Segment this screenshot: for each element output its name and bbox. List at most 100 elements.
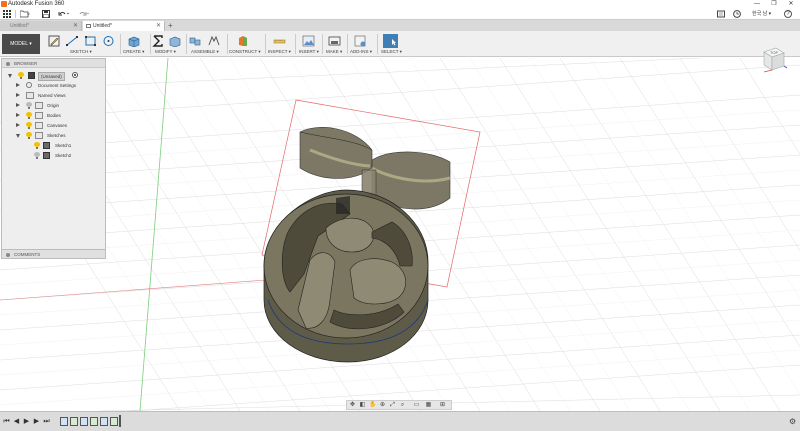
timeline-last-icon[interactable]: ⏭	[42, 417, 51, 426]
select-arrow-icon[interactable]	[383, 34, 398, 48]
timeline-next-icon[interactable]: ▶	[32, 417, 41, 426]
toolbar-label-assemble[interactable]: ASSEMBLE ▾	[191, 49, 219, 55]
display-settings-icon[interactable]: ▭	[413, 402, 420, 409]
redo-icon[interactable]	[78, 10, 90, 18]
construction-plane-icon[interactable]	[237, 35, 250, 47]
joint-icon[interactable]	[207, 35, 220, 47]
visibility-bulb-icon[interactable]	[26, 112, 32, 119]
browser-item-sketch1[interactable]: Sketch1	[32, 141, 106, 150]
base-disc-body[interactable]	[263, 189, 429, 363]
visibility-bulb-icon[interactable]	[26, 102, 32, 109]
close-icon[interactable]: ✕	[73, 21, 78, 31]
zoom-icon[interactable]: ⊕	[379, 402, 386, 409]
zoom-window-icon[interactable]: ⌕	[399, 402, 406, 409]
look-at-icon[interactable]: ◧	[359, 402, 366, 409]
save-icon[interactable]	[42, 10, 50, 18]
expand-caret-icon[interactable]	[16, 103, 20, 107]
scripts-addins-icon[interactable]	[354, 35, 367, 47]
browser-item-origin[interactable]: Origin	[16, 101, 106, 110]
file-menu-icon[interactable]	[19, 10, 30, 18]
sigma-parameters-icon[interactable]	[152, 35, 165, 47]
browser-item-sketch2[interactable]: Sketch2	[32, 151, 106, 160]
timeline-feature-extrude[interactable]	[110, 417, 118, 426]
sketch-pencil-icon[interactable]	[48, 35, 61, 47]
visibility-bulb-icon[interactable]	[34, 142, 40, 149]
timeline-feature-extrude[interactable]	[70, 417, 78, 426]
user-account-menu[interactable]: 한국 남 ▾	[752, 10, 771, 18]
orbit-icon[interactable]: ✥	[349, 402, 356, 409]
help-icon[interactable]: ?	[784, 10, 792, 18]
toolbar-label-construct[interactable]: CONSTRUCT ▾	[229, 49, 261, 55]
timeline-feature-extrude[interactable]	[90, 417, 98, 426]
minimize-button[interactable]: —	[750, 0, 764, 8]
toolbar-label-inspect[interactable]: INSPECT ▾	[268, 49, 291, 55]
toolbar-label-create[interactable]: CREATE ▾	[123, 49, 144, 55]
activate-radio-icon[interactable]	[72, 72, 78, 78]
new-component-icon[interactable]	[189, 35, 202, 47]
grid-settings-icon[interactable]: ▦	[425, 402, 432, 409]
viewports-icon[interactable]: ⊞	[439, 402, 446, 409]
visibility-bulb-icon[interactable]	[34, 152, 40, 159]
browser-root-node[interactable]: (Unsaved)	[8, 71, 106, 81]
close-icon[interactable]: ✕	[156, 21, 161, 31]
expand-caret-icon[interactable]	[16, 83, 20, 87]
timeline-feature-sketch[interactable]	[100, 417, 108, 426]
canvas-viewport[interactable]	[0, 58, 800, 411]
collapse-dot-icon[interactable]	[6, 62, 10, 66]
toolbar-group-construct: CONSTRUCT ▾	[229, 33, 263, 55]
undo-icon[interactable]	[58, 10, 70, 18]
browser-item-document-settings[interactable]: Document Settings	[16, 81, 106, 90]
browser-item-bodies[interactable]: Bodies	[16, 111, 106, 120]
expand-caret-icon[interactable]	[8, 74, 12, 78]
insert-image-icon[interactable]	[302, 35, 315, 47]
viewcube[interactable]: TOP	[758, 44, 788, 74]
browser-header[interactable]: BROWSER	[2, 59, 105, 68]
press-pull-icon[interactable]	[168, 35, 181, 47]
visibility-bulb-icon[interactable]	[18, 72, 24, 79]
timeline-feature-sketch[interactable]	[60, 417, 68, 426]
browser-item-sketches[interactable]: Sketches	[16, 131, 106, 140]
job-status-icon[interactable]	[717, 10, 725, 18]
toolbar-label-insert[interactable]: INSERT ▾	[299, 49, 319, 55]
timeline-marker[interactable]	[119, 415, 121, 427]
workspace-switcher[interactable]: MODEL ▾	[2, 34, 40, 54]
measure-ruler-icon[interactable]	[273, 35, 286, 47]
timeline-play-icon[interactable]: ▶	[22, 417, 31, 426]
gear-icon[interactable]: ⚙	[789, 417, 796, 426]
timeline-previous-icon[interactable]: ◀	[12, 417, 21, 426]
browser-item-canvases[interactable]: Canvases	[16, 121, 106, 130]
expand-caret-icon[interactable]	[16, 134, 20, 138]
sketch-rectangle-icon[interactable]	[84, 35, 97, 47]
restore-button[interactable]: ❐	[767, 0, 781, 8]
data-panel-grid-icon[interactable]	[3, 10, 11, 18]
sketch-circle-icon[interactable]	[102, 35, 115, 47]
expand-caret-icon[interactable]	[16, 93, 20, 97]
toolbar-separator	[295, 34, 296, 54]
pan-hand-icon[interactable]: ✋	[369, 402, 376, 409]
history-clock-icon[interactable]	[733, 10, 741, 18]
new-tab-plus-icon[interactable]: +	[168, 21, 173, 31]
timeline-feature-sketch[interactable]	[80, 417, 88, 426]
expand-caret-icon[interactable]	[16, 113, 20, 117]
collapse-dot-icon[interactable]	[6, 253, 10, 257]
navigation-bar: ✥ ◧ ✋ ⊕ ⤢ ⌕ ▭ ▦ ⊞	[346, 400, 452, 410]
close-button[interactable]: ✕	[784, 0, 798, 8]
extrude-box-icon[interactable]	[127, 35, 140, 47]
comments-panel[interactable]: COMMENTS	[1, 249, 106, 259]
timeline-first-icon[interactable]: ⏮	[2, 417, 11, 426]
document-tab-active[interactable]: Untitled* ✕	[83, 21, 165, 31]
fit-window-icon[interactable]: ⤢	[389, 402, 396, 409]
toolbar-label-make[interactable]: MAKE ▾	[326, 49, 342, 55]
toolbar-label-sketch[interactable]: SKETCH ▾	[70, 49, 92, 55]
visibility-bulb-icon[interactable]	[26, 132, 32, 139]
toolbar-label-add-ins[interactable]: ADD-INS ▾	[350, 49, 372, 55]
expand-caret-icon[interactable]	[16, 123, 20, 127]
browser-item-named-views[interactable]: Named Views	[16, 91, 106, 100]
model-canvas[interactable]	[0, 58, 800, 411]
toolbar-label-select[interactable]: SELECT ▾	[381, 49, 402, 55]
sketch-line-icon[interactable]	[66, 35, 79, 47]
3d-print-icon[interactable]	[328, 35, 341, 47]
document-tab[interactable]: Untitled* ✕	[0, 21, 82, 31]
toolbar-label-modify[interactable]: MODIFY ▾	[155, 49, 176, 55]
visibility-bulb-icon[interactable]	[26, 122, 32, 129]
